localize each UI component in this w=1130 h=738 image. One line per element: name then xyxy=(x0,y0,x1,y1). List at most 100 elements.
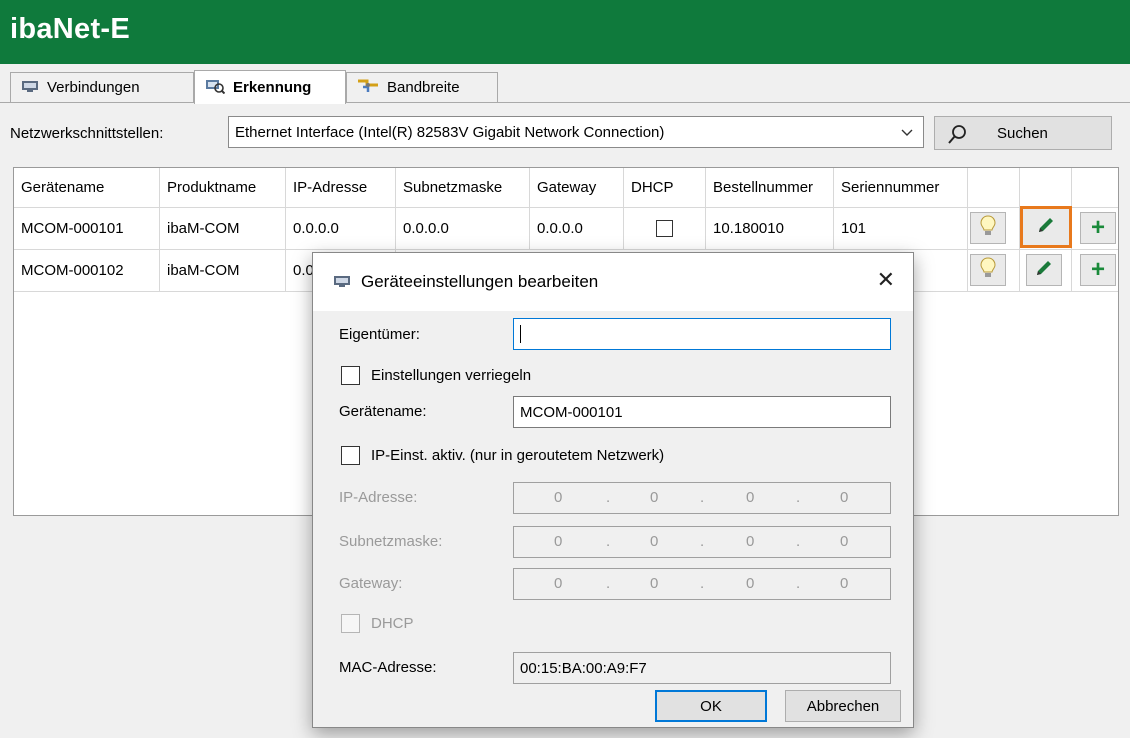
chevron-down-icon xyxy=(901,123,913,142)
subnet-mask-label: Subnetzmaske: xyxy=(339,533,443,550)
dialog-titlebar: Geräteeinstellungen bearbeiten ✕ xyxy=(313,253,913,311)
bandwidth-icon xyxy=(357,78,379,98)
lightbulb-icon xyxy=(980,215,996,241)
octet: 0 xyxy=(650,489,659,506)
network-icon xyxy=(333,275,351,293)
edit-device-dialog: Geräteeinstellungen bearbeiten ✕ Eigentü… xyxy=(312,252,914,728)
nic-selected-value: Ethernet Interface (Intel(R) 82583V Giga… xyxy=(235,123,665,141)
tab-label: Erkennung xyxy=(233,79,312,96)
gateway-input[interactable]: 0 . 0 . 0 . 0 xyxy=(513,568,891,600)
device-name-label: Gerätename: xyxy=(339,403,427,420)
ip-address-input[interactable]: 0 . 0 . 0 . 0 xyxy=(513,482,891,514)
cell-gateway[interactable]: 0.0.0.0 xyxy=(530,208,624,250)
octet-dot: . xyxy=(606,533,611,550)
octet-dot: . xyxy=(700,489,705,506)
octet: 0 xyxy=(554,489,563,506)
identify-device-button[interactable] xyxy=(970,212,1006,244)
column-header[interactable]: Gerätename xyxy=(14,168,160,208)
pencil-icon xyxy=(1033,257,1055,283)
plus-icon: + xyxy=(1090,256,1105,283)
dhcp-checkbox[interactable] xyxy=(656,220,673,237)
column-header-action xyxy=(1072,168,1118,208)
column-header-action xyxy=(1020,168,1072,208)
octet: 0 xyxy=(554,575,563,592)
octet: 0 xyxy=(746,575,755,592)
network-icon xyxy=(21,79,39,97)
identify-device-button[interactable] xyxy=(970,254,1006,286)
octet-dot: . xyxy=(796,575,801,592)
octet: 0 xyxy=(650,575,659,592)
owner-label: Eigentümer: xyxy=(339,326,420,343)
cell-ip-address[interactable]: 0.0.0.0 xyxy=(286,208,396,250)
tab-erkennung[interactable]: Erkennung xyxy=(194,70,346,104)
device-name-value: MCOM-000101 xyxy=(520,403,623,421)
tabstrip-divider xyxy=(0,102,1130,103)
ip-active-label: IP-Einst. aktiv. (nur in geroutetem Netz… xyxy=(371,447,665,464)
octet-dot: . xyxy=(796,489,801,506)
device-name-input[interactable]: MCOM-000101 xyxy=(513,396,891,428)
text-cursor xyxy=(520,325,521,343)
nic-label: Netzwerkschnittstellen: xyxy=(10,125,164,142)
octet: 0 xyxy=(746,533,755,550)
subnet-mask-input[interactable]: 0 . 0 . 0 . 0 xyxy=(513,526,891,558)
lock-settings-checkbox[interactable] xyxy=(341,366,360,385)
discovery-icon xyxy=(205,78,226,98)
cell-product-name[interactable]: ibaM-COM xyxy=(160,208,286,250)
dialog-title: Geräteeinstellungen bearbeiten xyxy=(361,272,599,291)
octet: 0 xyxy=(650,533,659,550)
cell-product-name[interactable]: ibaM-COM xyxy=(160,250,286,292)
owner-input[interactable] xyxy=(513,318,891,350)
column-header[interactable]: Bestellnummer xyxy=(706,168,834,208)
column-header[interactable]: Gateway xyxy=(530,168,624,208)
octet-dot: . xyxy=(700,575,705,592)
search-button[interactable]: Suchen xyxy=(934,116,1112,150)
gateway-label: Gateway: xyxy=(339,575,403,592)
tab-verbindungen[interactable]: Verbindungen xyxy=(10,72,194,102)
column-header-action xyxy=(968,168,1020,208)
lightbulb-icon xyxy=(980,257,996,283)
nic-dropdown[interactable]: Ethernet Interface (Intel(R) 82583V Giga… xyxy=(228,116,924,148)
octet-dot: . xyxy=(606,575,611,592)
edit-device-button[interactable] xyxy=(1026,254,1062,286)
ip-address-label: IP-Adresse: xyxy=(339,489,418,506)
add-device-button[interactable]: + xyxy=(1080,212,1116,244)
column-header[interactable]: Seriennummer xyxy=(834,168,968,208)
ok-button[interactable]: OK xyxy=(655,690,767,722)
cell-device-name[interactable]: MCOM-000101 xyxy=(14,208,160,250)
dhcp-checkbox[interactable] xyxy=(341,614,360,633)
cell-device-name[interactable]: MCOM-000102 xyxy=(14,250,160,292)
close-icon[interactable]: ✕ xyxy=(877,267,895,293)
octet: 0 xyxy=(554,533,563,550)
column-header[interactable]: Subnetzmaske xyxy=(396,168,530,208)
octet-dot: . xyxy=(606,489,611,506)
plus-icon: + xyxy=(1090,214,1105,241)
octet-dot: . xyxy=(796,533,801,550)
cell-subnet-mask[interactable]: 0.0.0.0 xyxy=(396,208,530,250)
add-device-button[interactable]: + xyxy=(1080,254,1116,286)
mac-address-field[interactable]: 00:15:BA:00:A9:F7 xyxy=(513,652,891,684)
cell-dhcp xyxy=(624,208,706,250)
octet-dot: . xyxy=(700,533,705,550)
cell-serial-number[interactable]: 101 xyxy=(834,208,968,250)
octet: 0 xyxy=(840,489,849,506)
app-titlebar: ibaNet-E xyxy=(0,0,1130,64)
column-header[interactable]: DHCP xyxy=(624,168,706,208)
search-icon xyxy=(947,123,969,149)
search-button-label: Suchen xyxy=(997,125,1048,142)
pencil-icon xyxy=(1035,214,1057,240)
tab-label: Verbindungen xyxy=(47,79,140,96)
octet: 0 xyxy=(840,533,849,550)
app-title: ibaNet-E xyxy=(10,13,131,45)
tab-bandbreite[interactable]: Bandbreite xyxy=(346,72,498,102)
cancel-button[interactable]: Abbrechen xyxy=(785,690,901,722)
octet: 0 xyxy=(840,575,849,592)
cell-order-number[interactable]: 10.180010 xyxy=(706,208,834,250)
column-header[interactable]: IP-Adresse xyxy=(286,168,396,208)
lock-settings-label: Einstellungen verriegeln xyxy=(371,367,532,384)
ip-active-checkbox[interactable] xyxy=(341,446,360,465)
octet: 0 xyxy=(746,489,755,506)
edit-device-button[interactable] xyxy=(1020,206,1072,248)
column-header[interactable]: Produktname xyxy=(160,168,286,208)
dhcp-label: DHCP xyxy=(371,615,414,632)
mac-address-value: 00:15:BA:00:A9:F7 xyxy=(520,659,647,677)
